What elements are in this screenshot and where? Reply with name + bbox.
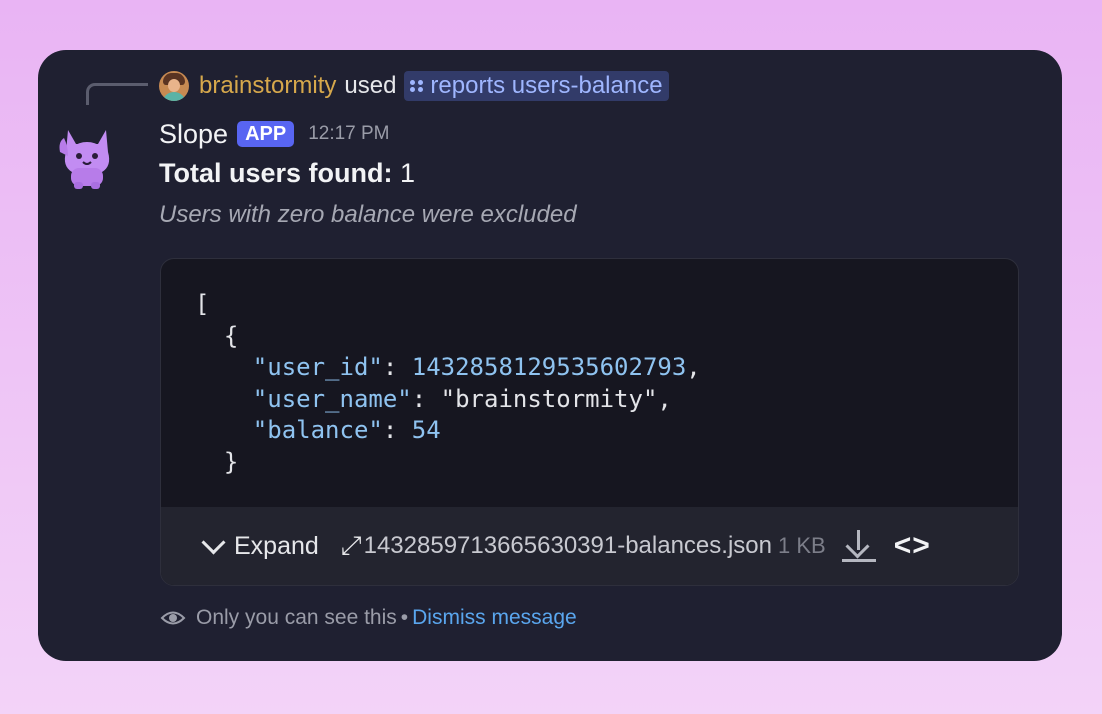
user-avatar[interactable]: [159, 71, 189, 101]
attachment-footer: Expand ⤢ 1432859713665630391-balances.js…: [161, 507, 1018, 585]
message-card: brainstormity used reports users-balance…: [38, 50, 1062, 661]
json-attachment: [ { "user_id": 1432858129535602793, "use…: [160, 258, 1019, 586]
eye-icon: [160, 611, 186, 625]
reply-connector: [86, 83, 148, 105]
dismiss-message-link[interactable]: Dismiss message: [412, 606, 577, 630]
app-badge: APP: [237, 121, 295, 147]
total-users-value: 1: [400, 158, 416, 188]
notice-text: Only you can see this: [196, 606, 397, 629]
bot-avatar[interactable]: [56, 122, 118, 190]
total-users-line: Total users found: 1: [159, 158, 415, 189]
message-subtitle: Users with zero balance were excluded: [159, 201, 577, 228]
ephemeral-notice: Only you can see this • Dismiss message: [160, 603, 577, 633]
total-users-label: Total users found:: [159, 158, 393, 188]
bot-name[interactable]: Slope: [159, 119, 228, 150]
expand-label: Expand: [234, 531, 319, 560]
message-header: Slope APP 12:17 PM: [159, 116, 390, 152]
chevron-down-icon: [201, 529, 226, 555]
expand-button[interactable]: Expand: [201, 529, 319, 561]
view-code-icon[interactable]: <>: [894, 529, 931, 563]
reply-used-text: used: [344, 72, 397, 99]
command-name: reports users-balance: [430, 72, 663, 99]
attachment-filename[interactable]: 1432859713665630391-balances.json: [364, 532, 772, 560]
message-timestamp: 12:17 PM: [308, 123, 390, 144]
download-icon[interactable]: [840, 526, 878, 566]
open-fullscreen-icon[interactable]: ⤢: [341, 530, 362, 562]
notice-separator: •: [400, 606, 409, 629]
attachment-filesize: 1 KB: [777, 533, 826, 558]
reply-username[interactable]: brainstormity: [199, 72, 336, 100]
slash-command-mention[interactable]: reports users-balance: [404, 71, 669, 101]
command-icon: [410, 80, 424, 92]
code-preview: [ { "user_id": 1432858129535602793, "use…: [195, 290, 701, 476]
command-reply-header: brainstormity used reports users-balance: [159, 68, 669, 104]
